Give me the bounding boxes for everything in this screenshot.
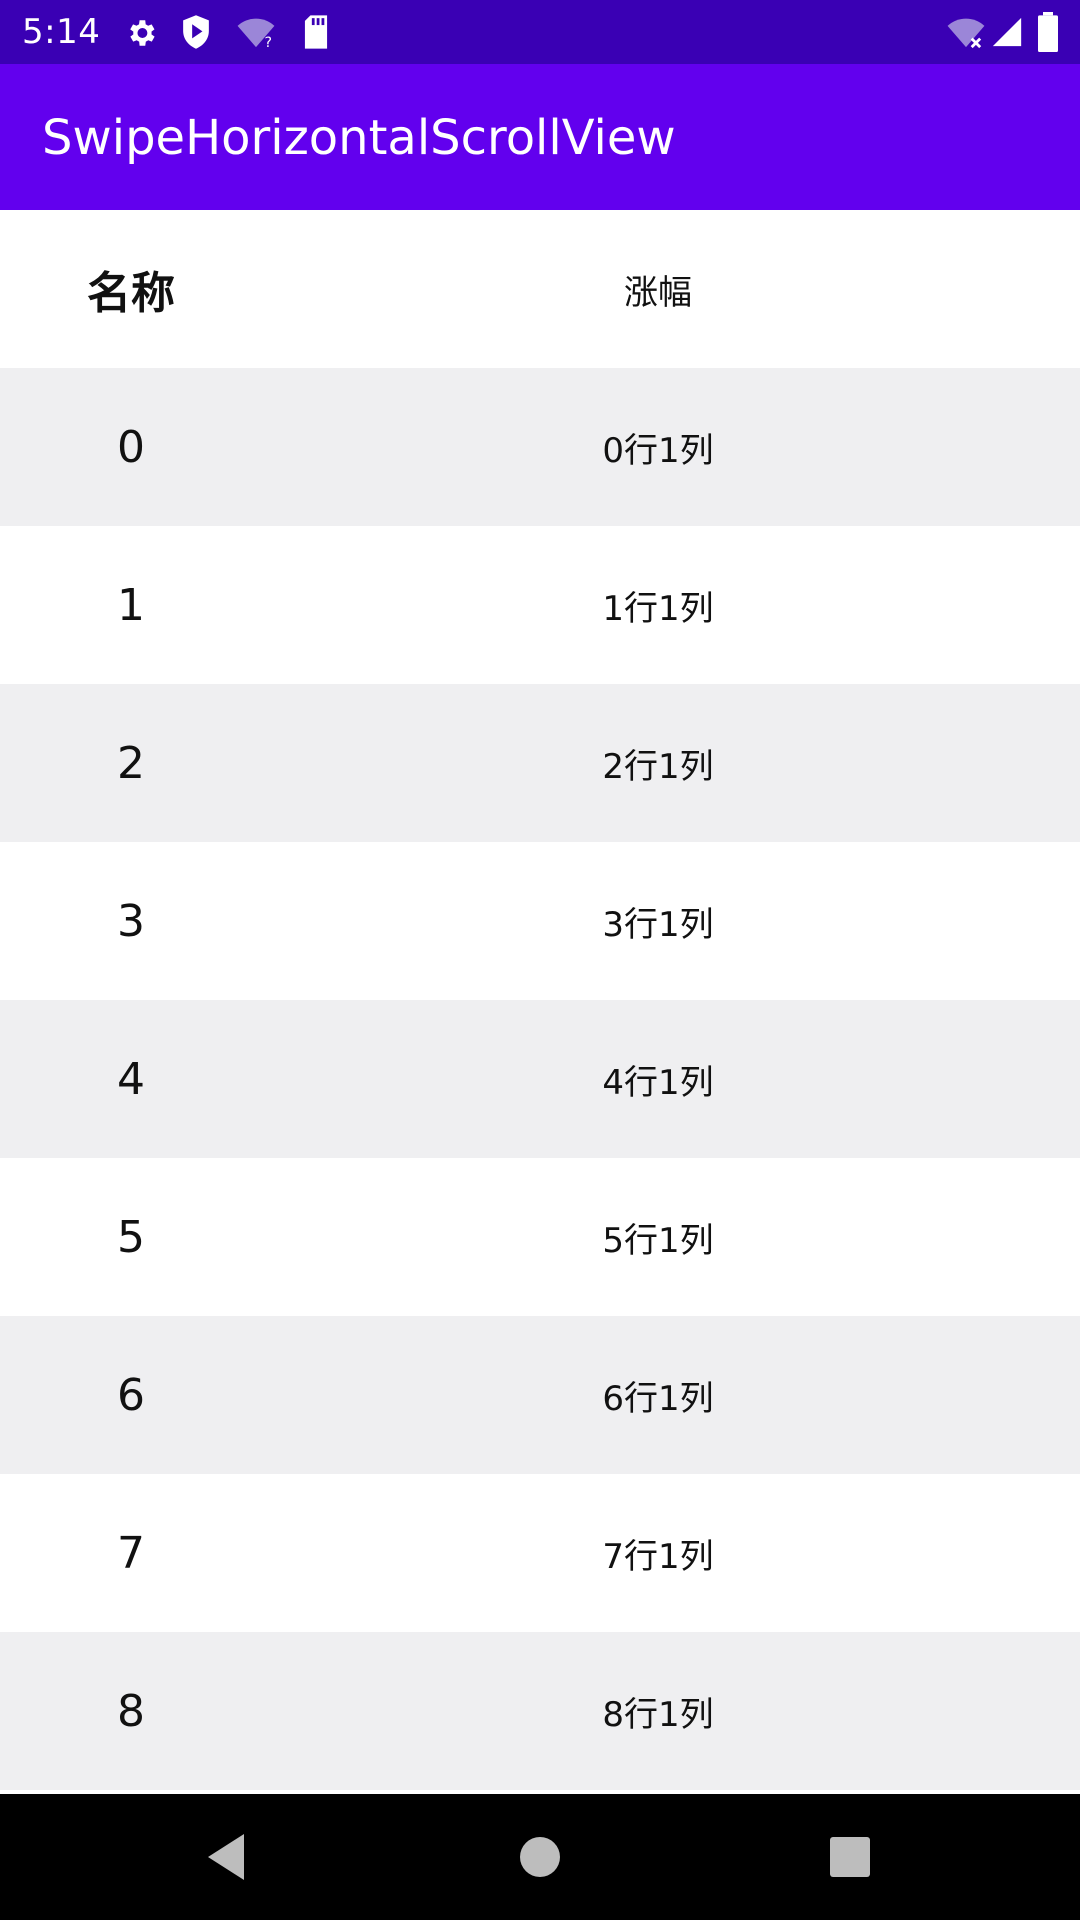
table-row[interactable]: 6 6行1列 (0, 1316, 1080, 1474)
navigation-bar (0, 1794, 1080, 1920)
table-row[interactable]: 7 7行1列 (0, 1474, 1080, 1632)
back-icon (208, 1834, 244, 1880)
home-button[interactable] (470, 1794, 610, 1920)
row-name: 2 (117, 737, 145, 789)
row-name: 0 (117, 421, 145, 473)
row-value: 5行1列 (602, 1220, 714, 1261)
header-name-column: 名称 (87, 268, 175, 319)
swipe-table[interactable]: 名称 涨幅 0 0行1列 1 1行1列 2 2行1列 3 3行1列 4 4行1列… (0, 210, 1080, 1794)
row-name: 4 (117, 1053, 145, 1105)
table-row[interactable]: 2 2行1列 (0, 684, 1080, 842)
row-name: 5 (117, 1211, 145, 1263)
sd-card-icon (304, 15, 328, 49)
row-value: 8行1列 (602, 1694, 714, 1735)
table-header: 名称 涨幅 (0, 210, 1080, 368)
row-value: 4行1列 (602, 1062, 714, 1103)
recents-icon (830, 1837, 870, 1877)
row-name: 6 (117, 1369, 145, 1421)
wifi-unknown-icon: ? (237, 18, 275, 50)
header-change-column: 涨幅 (624, 272, 692, 313)
home-icon (520, 1837, 560, 1877)
battery-icon (1038, 12, 1058, 52)
row-name: 7 (117, 1527, 145, 1579)
row-value: 3行1列 (602, 904, 714, 945)
table-row[interactable]: 4 4行1列 (0, 1000, 1080, 1158)
wifi-off-icon (947, 18, 985, 49)
table-row[interactable]: 5 5行1列 (0, 1158, 1080, 1316)
gear-icon (130, 20, 155, 46)
row-name: 1 (117, 579, 145, 631)
svg-text:?: ? (265, 35, 273, 50)
status-time: 5:14 (22, 12, 101, 52)
status-bar: 5:14 ? (0, 0, 1080, 64)
cell-signal-icon (992, 17, 1022, 47)
shield-play-icon (183, 15, 209, 49)
row-value: 1行1列 (602, 588, 714, 629)
row-value: 6行1列 (602, 1378, 714, 1419)
app-title: SwipeHorizontalScrollView (42, 110, 676, 166)
row-name: 3 (117, 895, 145, 947)
table-row[interactable]: 8 8行1列 (0, 1632, 1080, 1790)
app-bar: SwipeHorizontalScrollView (0, 64, 1080, 210)
recents-button[interactable] (780, 1794, 920, 1920)
table-row[interactable]: 3 3行1列 (0, 842, 1080, 1000)
row-name: 8 (117, 1685, 145, 1737)
row-value: 7行1列 (602, 1536, 714, 1577)
row-value: 2行1列 (602, 746, 714, 787)
table-row[interactable]: 0 0行1列 (0, 368, 1080, 526)
back-button[interactable] (156, 1794, 296, 1920)
table-row[interactable]: 1 1行1列 (0, 526, 1080, 684)
row-value: 0行1列 (602, 430, 714, 471)
